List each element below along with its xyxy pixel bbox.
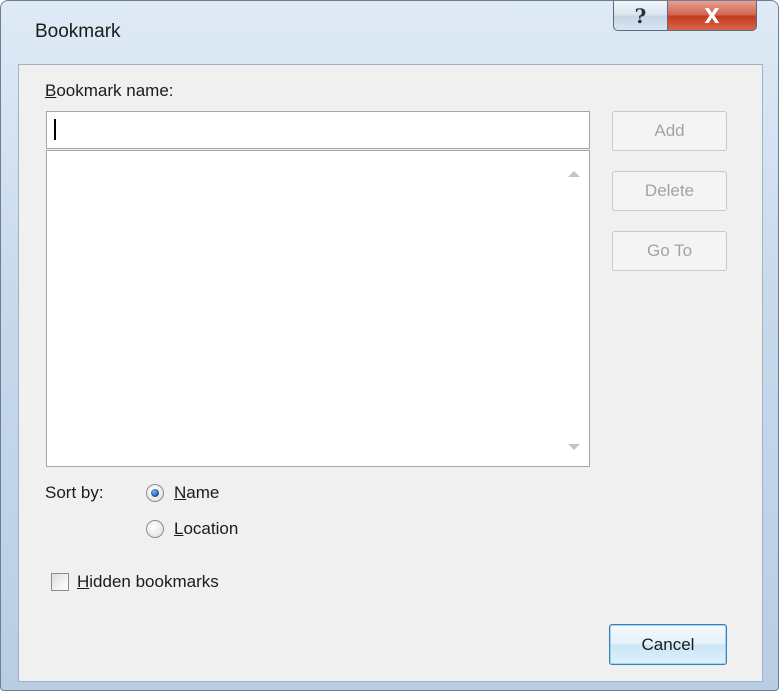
window-title: Bookmark	[35, 21, 121, 42]
scroll-up-icon[interactable]	[568, 171, 580, 177]
list-scrollbar[interactable]	[559, 151, 589, 466]
cancel-button[interactable]: Cancel	[609, 624, 727, 665]
bookmark-name-label: Bookmark name:	[45, 81, 174, 100]
help-icon: ?	[634, 3, 647, 28]
scroll-down-icon[interactable]	[568, 444, 580, 450]
dialog-content: Bookmark name: Add Delete Go To Sort by:…	[18, 64, 763, 682]
sort-location-label[interactable]: Location	[174, 519, 238, 539]
sort-name-radio[interactable]	[146, 484, 164, 502]
add-button[interactable]: Add	[612, 111, 727, 151]
go-to-button[interactable]: Go To	[612, 231, 727, 271]
sort-name-label[interactable]: Name	[174, 483, 219, 503]
title-bar[interactable]: Bookmark ? X	[1, 1, 778, 63]
sort-location-radio[interactable]	[146, 520, 164, 538]
delete-button[interactable]: Delete	[612, 171, 727, 211]
hidden-bookmarks-checkbox[interactable]	[51, 573, 69, 591]
hidden-bookmarks-label[interactable]: Hidden bookmarks	[77, 572, 219, 592]
bookmark-name-input[interactable]	[46, 111, 590, 149]
sort-by-label: Sort by:	[45, 483, 104, 502]
help-button[interactable]: ?	[613, 1, 668, 31]
bookmark-dialog: Bookmark ? X Bookmark name: Add Delete G…	[0, 0, 779, 691]
close-button[interactable]: X	[667, 1, 757, 31]
text-caret	[54, 119, 56, 140]
close-icon: X	[704, 3, 720, 28]
bookmark-list[interactable]	[46, 150, 590, 467]
